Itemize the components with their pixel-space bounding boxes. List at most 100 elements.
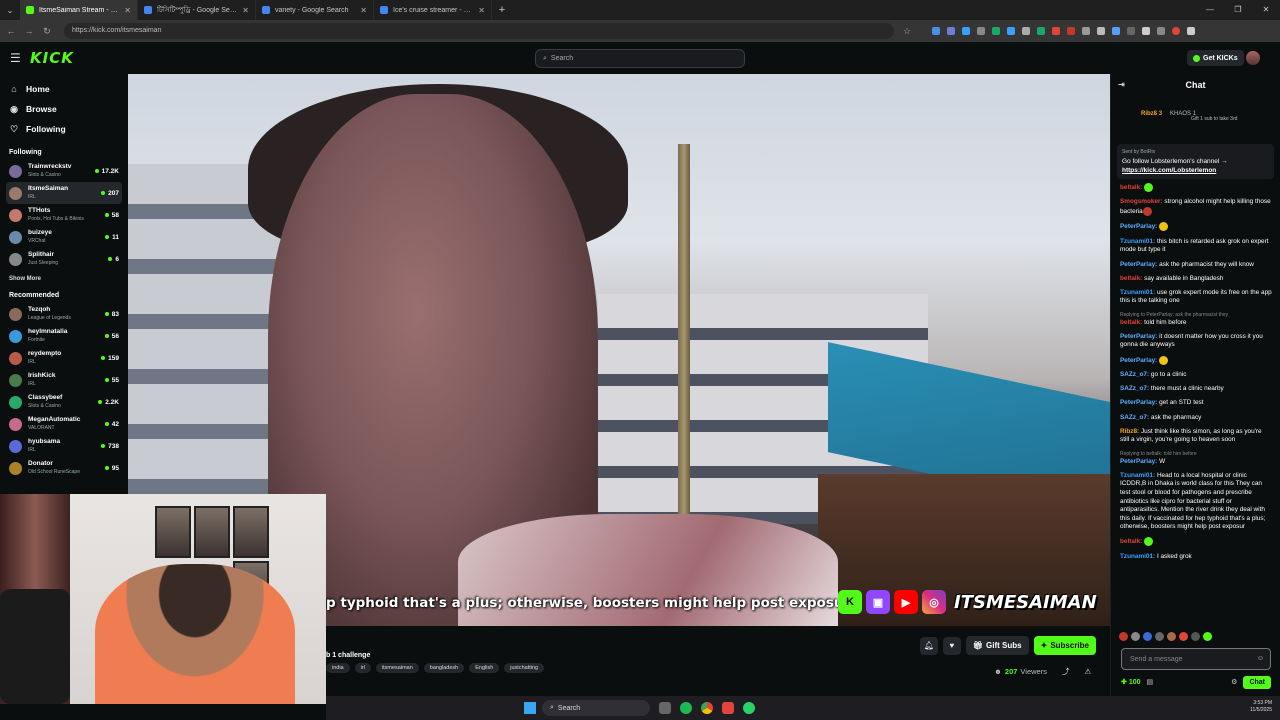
channel-item[interactable]: Classybeef Slots & Casino 2.2K [6, 391, 122, 413]
channel-item[interactable]: Trainwreckstv Slots & Casino 17.2K [6, 160, 122, 182]
chat-username[interactable]: Tzunami01: [1120, 238, 1155, 245]
extension-icon[interactable] [1052, 27, 1060, 35]
browser-tab[interactable]: variety - Google Search ✕ [256, 0, 374, 20]
pinned-message[interactable]: Sent by BotRix Go follow Lobsterlemon's … [1117, 144, 1274, 179]
extension-icon[interactable] [1112, 27, 1120, 35]
extension-icon[interactable] [1082, 27, 1090, 35]
extension-icon[interactable] [977, 27, 985, 35]
chat-username[interactable]: Smogsmoker: [1120, 198, 1163, 205]
share-icon[interactable]: ⤴ [1062, 666, 1070, 677]
chat-message-input[interactable]: Send a message ☺ [1121, 648, 1271, 670]
get-kicks-button[interactable]: Get KICKs [1187, 50, 1244, 66]
extension-icon[interactable] [992, 27, 1000, 35]
channel-item[interactable]: ItsmeSaiman IRL 207 [6, 182, 122, 204]
stream-tag[interactable]: itsmesaiman [375, 663, 419, 673]
gift-subs-button[interactable]: 🎁︎ Gift Subs [965, 636, 1029, 655]
extension-icon[interactable] [1022, 27, 1030, 35]
close-tab-icon[interactable]: ✕ [124, 6, 131, 15]
tab-menu-icon[interactable]: ⌄ [0, 6, 20, 15]
extension-icon[interactable] [932, 27, 940, 35]
browser-tab[interactable]: Ice's cruise streamer - Google S ✕ [374, 0, 492, 20]
browser-tab[interactable]: টিসিটিম্পুড্রি - Google Search ✕ [138, 0, 256, 20]
extension-icon[interactable] [962, 27, 970, 35]
stream-tag[interactable]: irl [354, 663, 371, 673]
whatsapp-icon[interactable] [743, 702, 755, 714]
chat-rules-icon[interactable]: ▤ [1147, 678, 1154, 686]
close-tab-icon[interactable]: ✕ [360, 6, 367, 15]
spotify-icon[interactable] [680, 702, 692, 714]
chat-username[interactable]: Tzunami01: [1120, 289, 1155, 296]
emote-icon[interactable] [1203, 632, 1212, 641]
report-icon[interactable]: ⚠ [1084, 667, 1091, 676]
back-icon[interactable]: ← [6, 26, 16, 36]
chat-username[interactable]: SAZz_o7: [1120, 385, 1149, 392]
pinned-link[interactable]: https://kick.com/Lobsterlemon [1122, 166, 1269, 175]
close-tab-icon[interactable]: ✕ [478, 6, 485, 15]
chat-username[interactable]: PeterParlay: [1120, 357, 1157, 364]
chat-username[interactable]: PeterParlay: [1120, 333, 1157, 340]
emote-icon[interactable] [1119, 632, 1128, 641]
channel-item[interactable]: Tezqoh League of Legends 83 [6, 303, 122, 325]
emote-icon[interactable] [1167, 632, 1176, 641]
url-field[interactable]: https://kick.com/itsmesaiman [64, 23, 894, 39]
sidebar-nav-following[interactable]: ♡ Following [6, 119, 122, 139]
emoji-picker-icon[interactable]: ☺ [1257, 655, 1264, 662]
close-tab-icon[interactable]: ✕ [242, 6, 249, 15]
chat-username[interactable]: beltalk: [1120, 275, 1142, 282]
channel-item[interactable]: MeganAutomatic VALORANT 42 [6, 413, 122, 435]
task-view-icon[interactable] [659, 702, 671, 714]
extension-icon[interactable] [1067, 27, 1075, 35]
extension-icon[interactable] [1127, 27, 1135, 35]
chat-username[interactable]: Tzunami01: [1120, 472, 1155, 479]
extension-icon[interactable] [1037, 27, 1045, 35]
chat-username[interactable]: SAZz_o7: [1120, 414, 1149, 421]
extension-icon[interactable] [1097, 27, 1105, 35]
sidebar-nav-home[interactable]: ⌂ Home [6, 79, 122, 99]
chat-username[interactable]: beltalk: [1120, 319, 1142, 326]
stream-tag[interactable]: bangladesh [423, 663, 465, 673]
collapse-chat-icon[interactable]: ⇥ [1118, 80, 1125, 89]
notification-bell-button[interactable]: 🔔︎ [919, 636, 938, 655]
chat-username[interactable]: PeterParlay: [1120, 399, 1157, 406]
reload-icon[interactable]: ↻ [42, 26, 52, 37]
chat-username[interactable]: Ribz8: [1120, 428, 1139, 435]
app-icon[interactable] [722, 702, 734, 714]
channel-item[interactable]: Donator Old School RuneScape 95 [6, 457, 122, 479]
puzzle-icon[interactable] [1142, 27, 1150, 35]
new-tab-icon[interactable]: + [492, 4, 512, 16]
browser-tab[interactable]: ItsmeSaiman Stream - Wat ✕ [20, 0, 138, 20]
chat-username[interactable]: SAZz_o7: [1120, 371, 1149, 378]
emote-icon[interactable] [1191, 632, 1200, 641]
channel-item[interactable]: Splithair Just Sleeping 6 [6, 248, 122, 270]
chat-settings-icon[interactable]: ⚙ [1231, 678, 1237, 686]
follow-heart-button[interactable]: ♥ [942, 636, 961, 655]
download-icon[interactable] [1157, 27, 1165, 35]
extension-icon[interactable] [1007, 27, 1015, 35]
channel-item[interactable]: IrishKick IRL 55 [6, 369, 122, 391]
hamburger-menu-icon[interactable]: ☰ [10, 51, 21, 65]
channel-item[interactable]: TTHots Pools, Hot Tubs & Bikinis 58 [6, 204, 122, 226]
search-input[interactable]: ⌕ Search [535, 49, 745, 68]
channel-item[interactable]: buizeye VRChat 11 [6, 226, 122, 248]
user-avatar[interactable] [1246, 51, 1260, 65]
chat-username[interactable]: PeterParlay: [1120, 261, 1157, 268]
stream-tag[interactable]: india [326, 663, 350, 673]
chrome-icon[interactable] [701, 702, 713, 714]
kick-logo[interactable]: KICK [30, 49, 74, 67]
extension-icon[interactable] [947, 27, 955, 35]
show-more-link[interactable]: Show More [9, 276, 122, 282]
windows-start-icon[interactable] [524, 702, 536, 714]
sidebar-nav-browse[interactable]: ◉ Browse [6, 99, 122, 119]
channel-points[interactable]: ✚ 100 [1121, 678, 1141, 686]
taskbar-search[interactable]: ⌕ Search [542, 700, 650, 716]
chat-username[interactable]: beltalk: [1120, 184, 1142, 191]
emote-icon[interactable] [1179, 632, 1188, 641]
emote-icon[interactable] [1143, 632, 1152, 641]
forward-icon[interactable]: → [24, 26, 34, 36]
more-menu-icon[interactable] [1187, 27, 1195, 35]
stream-tag[interactable]: justchatting [504, 663, 545, 673]
chat-username[interactable]: PeterParlay: [1120, 224, 1157, 231]
emote-icon[interactable] [1155, 632, 1164, 641]
maximize-icon[interactable]: ❐ [1224, 0, 1252, 20]
subscribe-button[interactable]: ✦ Subscribe [1033, 636, 1096, 655]
